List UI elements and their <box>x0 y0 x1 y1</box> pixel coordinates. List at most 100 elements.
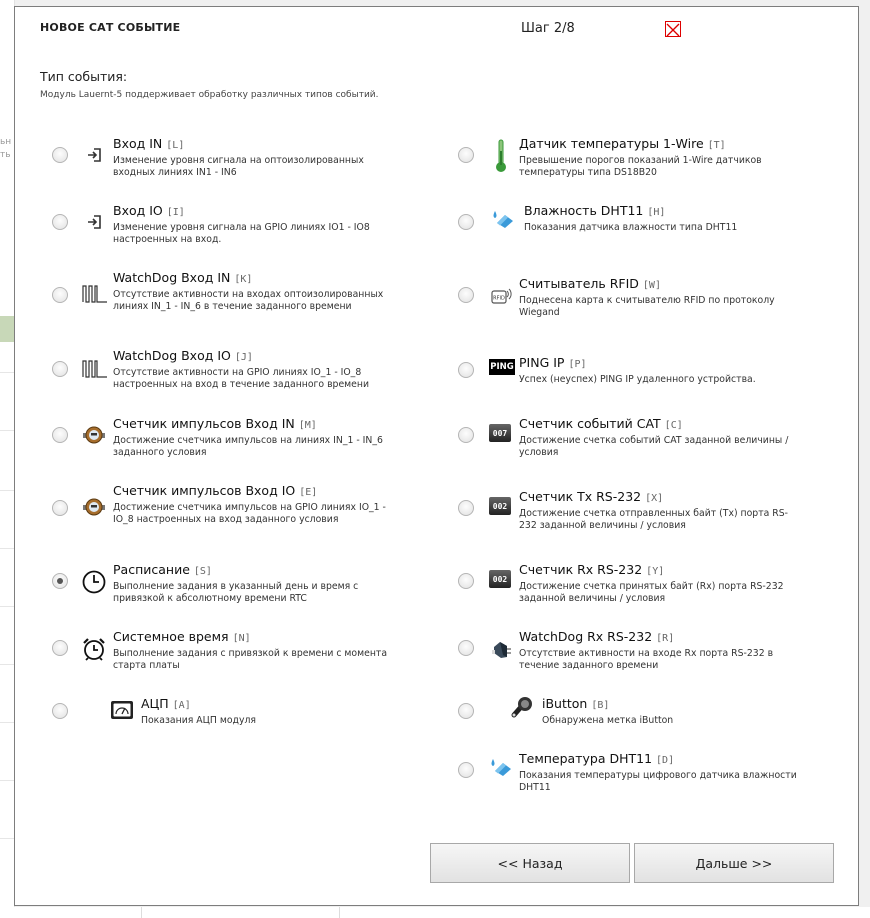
event-option-rx-rs232-counter[interactable]: 002 Счетчик Rx RS-232 [Y] Достижение счет… <box>435 561 835 604</box>
radio-button-selected[interactable] <box>52 573 68 589</box>
radio-button[interactable] <box>458 762 474 778</box>
event-description: Достижение счетка отправленных байт (Tx)… <box>519 508 788 531</box>
counter-icon: 007 <box>489 424 511 442</box>
water-meter-icon <box>81 422 107 448</box>
dialog-title: НОВОЕ САТ СОБЫТИЕ <box>40 21 181 34</box>
radio-button[interactable] <box>52 427 68 443</box>
event-option-ping-ip[interactable]: PING PING IP [P] Успех (неуспех) PING IP … <box>435 354 835 394</box>
event-name: Счетчик импульсов Вход IN <box>113 416 295 431</box>
radio-button[interactable] <box>52 361 68 377</box>
event-code: [W] <box>642 280 661 291</box>
radio-button[interactable] <box>458 427 474 443</box>
counter-icon-text: 002 <box>492 501 508 511</box>
event-code: [M] <box>298 420 317 431</box>
event-label: Счетчик импульсов Вход IO [E] <box>113 483 317 498</box>
close-button[interactable] <box>665 21 681 37</box>
radio-button[interactable] <box>458 573 474 589</box>
counter-icon: 002 <box>489 570 511 588</box>
radio-button[interactable] <box>52 147 68 163</box>
event-option-watchdog-io[interactable]: WatchDog Вход IO [J] Отсутствие активност… <box>15 347 425 390</box>
event-code: [H] <box>647 207 666 218</box>
event-option-system-time[interactable]: Системное время [N] Выполнение задания с … <box>15 628 425 671</box>
event-name: Счетчик событий CAT <box>519 416 661 431</box>
ibutton-key-icon <box>509 695 535 721</box>
event-name: Системное время <box>113 629 229 644</box>
event-description: Успех (неуспех) PING IP удаленного устро… <box>519 374 756 385</box>
event-code: [J] <box>234 352 253 363</box>
event-code: [N] <box>232 633 251 644</box>
event-label: Счетчик Rx RS-232 [Y] <box>519 562 664 577</box>
event-option-input-io[interactable]: Вход IO [I] Изменение уровня сигнала на G… <box>15 202 425 245</box>
event-option-ibutton[interactable]: iButton [B] Обнаружена метка iButton <box>435 695 835 735</box>
event-description: Изменение уровня сигнала на оптоизолиров… <box>113 155 364 178</box>
background-divider <box>0 372 14 373</box>
event-code: [Y] <box>646 566 665 577</box>
event-description: Достижение счетка принятых байт (Rx) пор… <box>519 581 784 604</box>
event-code: [S] <box>193 566 212 577</box>
event-option-temperature-dht11[interactable]: Температура DHT11 [D] Показания температу… <box>435 750 835 793</box>
counter-icon-text: 002 <box>492 574 508 584</box>
svg-text:RFID: RFID <box>493 296 505 302</box>
event-option-cat-counter[interactable]: 007 Счетчик событий CAT [C] Достижение сч… <box>435 415 835 458</box>
radio-button[interactable] <box>458 500 474 516</box>
gauge-icon <box>109 697 135 723</box>
event-option-1wire-temperature[interactable]: Датчик температуры 1-Wire [T] Превышение … <box>435 135 835 178</box>
event-description: Выполнение задания в указанный день и вр… <box>113 581 359 604</box>
radio-button[interactable] <box>458 214 474 230</box>
alarm-clock-icon <box>81 636 107 662</box>
close-icon <box>666 23 680 37</box>
event-option-adc[interactable]: АЦП [A] Показания АЦП модуля <box>15 695 425 735</box>
event-label: Вход IN [L] <box>113 136 184 151</box>
event-label: Датчик температуры 1-Wire [T] <box>519 136 726 151</box>
background-divider <box>339 907 340 918</box>
background-divider <box>0 548 14 549</box>
radio-button[interactable] <box>52 214 68 230</box>
event-option-humidity-dht11[interactable]: Влажность DHT11 [H] Показания датчика вла… <box>435 202 835 242</box>
event-name: Счетчик импульсов Вход IO <box>113 483 296 498</box>
ping-icon-text: PING <box>490 362 514 372</box>
event-option-watchdog-in[interactable]: WatchDog Вход IN [K] Отсутствие активност… <box>15 269 425 312</box>
step-indicator: Шаг 2/8 <box>521 21 575 36</box>
event-option-schedule[interactable]: Расписание [S] Выполнение задания в указа… <box>15 561 425 604</box>
background-footer <box>14 907 870 918</box>
event-name: Датчик температуры 1-Wire <box>519 136 704 151</box>
rfid-icon: RFID <box>489 283 515 309</box>
event-description: Показания температуры цифрового датчика … <box>519 770 797 793</box>
event-option-tx-rs232-counter[interactable]: 002 Счетчик Tx RS-232 [X] Достижение счет… <box>435 488 835 531</box>
event-code: [B] <box>591 700 610 711</box>
event-description: Достижение счетчика импульсов на линиях … <box>113 435 383 458</box>
event-description: Выполнение задания с привязкой к времени… <box>113 648 388 671</box>
back-button[interactable]: << Назад <box>430 843 630 883</box>
radio-button[interactable] <box>458 147 474 163</box>
event-option-watchdog-rx-rs232[interactable]: WatchDog Rx RS-232 [R] Отсутствие активно… <box>435 628 835 671</box>
radio-button[interactable] <box>458 640 474 656</box>
event-code: [K] <box>234 274 253 285</box>
event-label: WatchDog Вход IN [K] <box>113 270 252 285</box>
event-name: PING IP <box>519 355 565 370</box>
event-description: Обнаружена метка iButton <box>542 715 674 726</box>
event-label: Счетчик импульсов Вход IN [M] <box>113 416 317 431</box>
event-option-input-in[interactable]: Вход IN [L] Изменение уровня сигнала на о… <box>15 135 425 178</box>
new-cat-event-dialog: НОВОЕ САТ СОБЫТИЕ Шаг 2/8 Тип события: М… <box>14 6 859 906</box>
event-description: Отсутствие активности на входах оптоизол… <box>113 289 384 312</box>
radio-button[interactable] <box>458 703 474 719</box>
thermometer-icon <box>488 139 514 173</box>
event-code: [A] <box>172 700 191 711</box>
event-code: [T] <box>707 140 726 151</box>
humidity-drop-icon <box>490 206 516 232</box>
event-name: iButton <box>542 696 588 711</box>
event-description: Изменение уровня сигнала на GPIO линиях … <box>113 222 370 245</box>
radio-button[interactable] <box>458 362 474 378</box>
event-option-pulse-counter-io[interactable]: Счетчик импульсов Вход IO [E] Достижение … <box>15 482 425 525</box>
radio-button[interactable] <box>52 640 68 656</box>
next-button[interactable]: Дальше >> <box>634 843 834 883</box>
radio-button[interactable] <box>52 500 68 516</box>
event-description: Показания АЦП модуля <box>141 715 256 726</box>
event-option-pulse-counter-in[interactable]: Счетчик импульсов Вход IN [M] Достижение … <box>15 415 425 458</box>
event-option-rfid-reader[interactable]: RFID Считыватель RFID [W] Поднесена карта… <box>435 275 835 318</box>
event-description: Отсутствие активности на входе Rx порта … <box>519 648 774 671</box>
radio-button[interactable] <box>52 287 68 303</box>
radio-button[interactable] <box>458 287 474 303</box>
radio-button[interactable] <box>52 703 68 719</box>
event-name: Вход IN <box>113 136 163 151</box>
